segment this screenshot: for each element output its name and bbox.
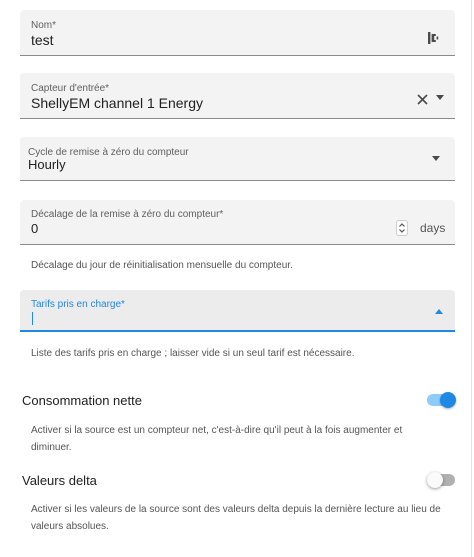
net-consumption-toggle[interactable] [424,390,458,410]
delta-values-toggle[interactable] [424,470,458,490]
delta-values-description: Activer si les valeurs de la source sont… [31,504,441,532]
chevron-down-icon[interactable] [436,95,444,100]
delta-values-title: Valeurs delta [22,473,97,488]
chevron-down-icon[interactable] [432,156,440,161]
entity-id-icon[interactable] [427,31,439,50]
tariffs-label: Tarifs pris en charge* [31,299,125,310]
reset-offset-field[interactable]: Décalage de la remise à zéro du compteur… [20,200,455,245]
reset-offset-helper: Décalage du jour de réinitialisation men… [31,260,293,271]
reset-offset-unit: days [420,221,446,235]
tariffs-select[interactable]: Tarifs pris en charge* [20,290,455,332]
name-value[interactable]: test [31,32,54,48]
input-sensor-label: Capteur d'entrée* [31,83,110,94]
input-sensor-field[interactable]: Capteur d'entrée* ShellyEM channel 1 Ene… [20,73,455,119]
panel-divider [471,0,472,557]
name-field[interactable]: Nom* test [20,10,455,56]
reset-offset-value[interactable]: 0 [31,221,38,236]
net-consumption-title: Consommation nette [22,393,142,408]
tariffs-helper: Liste des tarifs pris en charge ; laisse… [31,348,355,359]
reset-offset-label: Décalage de la remise à zéro du compteur… [31,209,224,220]
chevron-up-icon[interactable] [435,309,443,314]
reset-cycle-value: Hourly [28,157,66,172]
text-cursor [32,312,33,325]
reset-cycle-select[interactable]: Cycle de remise à zéro du compteur Hourl… [20,137,455,181]
toggle-thumb [427,472,443,488]
net-consumption-description: Activer si la source est un compteur net… [31,425,403,453]
name-label: Nom* [31,20,57,31]
input-sensor-value[interactable]: ShellyEM channel 1 Energy [31,95,203,111]
stepper-arrows-icon[interactable] [396,220,408,241]
toggle-thumb [440,392,456,408]
close-icon[interactable] [417,92,428,110]
